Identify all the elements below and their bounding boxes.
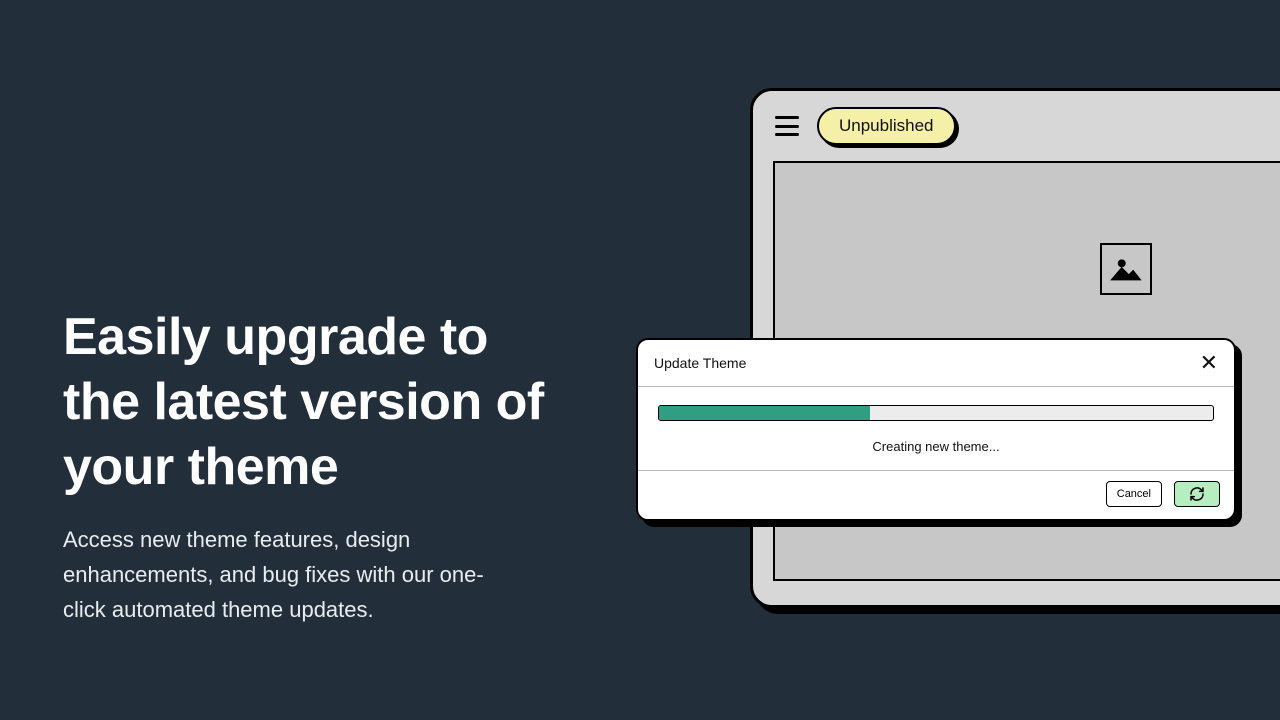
marketing-copy: Easily upgrade to the latest version of … (63, 305, 563, 628)
close-icon[interactable]: ✕ (1200, 352, 1218, 374)
dialog-title: Update Theme (654, 355, 746, 371)
update-theme-dialog: Update Theme ✕ Creating new theme... Can… (636, 338, 1236, 521)
refresh-icon (1189, 486, 1205, 502)
progress-bar (658, 405, 1214, 421)
progress-status-text: Creating new theme... (658, 439, 1214, 454)
subheadline: Access new theme features, design enhanc… (63, 522, 503, 628)
progress-bar-fill (659, 406, 870, 420)
dialog-body: Creating new theme... (638, 387, 1234, 471)
confirm-update-button[interactable] (1174, 481, 1220, 507)
hamburger-menu-icon[interactable] (775, 116, 799, 136)
dialog-header: Update Theme ✕ (638, 340, 1234, 387)
app-top-bar: Unpublished (753, 107, 1280, 161)
image-placeholder-icon (1100, 243, 1152, 295)
dialog-footer: Cancel (638, 471, 1234, 519)
headline: Easily upgrade to the latest version of … (63, 305, 563, 500)
publish-status-badge: Unpublished (817, 107, 956, 145)
cancel-button[interactable]: Cancel (1106, 481, 1162, 507)
